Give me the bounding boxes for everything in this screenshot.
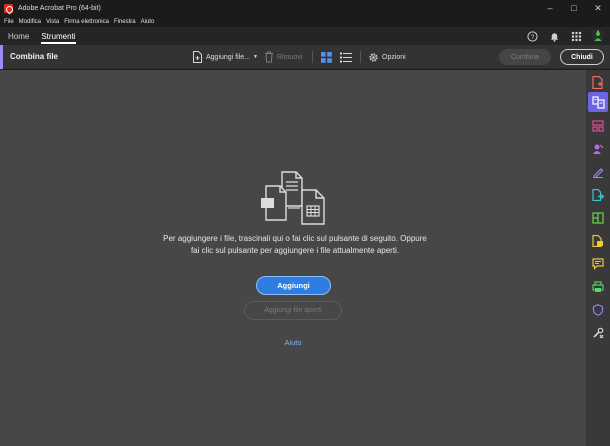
maximize-button[interactable]: □ [562,0,586,16]
trash-icon [265,51,273,63]
chevron-down-icon: ▼ [252,54,258,60]
help-link[interactable]: Aiuto [276,338,310,347]
user-avatar-icon[interactable] [592,30,604,42]
protect-icon[interactable] [590,302,606,318]
menu-file[interactable]: File [4,19,14,25]
tool-title: Combina file [10,52,59,61]
comment-icon[interactable] [590,256,606,272]
tab-bar-actions: ? [526,27,604,45]
menu-firma-elettronica[interactable]: Firma elettronica [64,19,109,25]
combine-button[interactable]: Combina [499,49,551,65]
svg-text:?: ? [530,33,534,40]
apps-grid-icon[interactable] [570,30,582,42]
thumbnail-view-button[interactable] [321,51,332,63]
tab-strumenti[interactable]: Strumenti [35,27,81,45]
close-window-button[interactable]: ✕ [586,0,610,16]
toolbar-divider [360,51,361,63]
tool-accent-bar [0,45,3,69]
request-signature-icon[interactable] [590,141,606,157]
compress-pdf-icon[interactable] [590,233,606,249]
list-view-button[interactable] [340,51,352,63]
add-files-button[interactable]: Aggiungi file... ▼ [192,51,258,63]
more-tools-icon[interactable] [590,325,606,341]
tab-bar: Home Strumenti [0,27,610,45]
drop-area[interactable] [0,70,586,446]
window-title: Adobe Acrobat Pro (64-bit) [18,4,101,12]
gear-icon [369,52,378,62]
add-file-icon [193,51,202,63]
add-button[interactable]: Aggiungi [256,276,331,295]
remove-label: Rimuovi [277,53,303,61]
thumbnail-view-icon [321,51,332,63]
title-bar: Adobe Acrobat Pro (64-bit) – □ ✕ [0,0,610,16]
menu-vista[interactable]: Vista [46,19,59,25]
tools-right-rail [586,70,610,446]
close-tool-button[interactable]: Chiudi [560,49,604,65]
add-open-files-button[interactable]: Aggiungi file aperti [244,301,342,320]
acrobat-logo-icon [4,3,13,13]
window-controls: – □ ✕ [538,0,610,16]
menu-bar: File Modifica Vista Firma elettronica Fi… [0,16,610,27]
remove-button[interactable]: Rimuovi [264,51,302,63]
combine-files-icon[interactable] [588,92,608,112]
tool-toolbar: Combina file Aggiungi file... ▼ Rimuovi … [0,45,610,69]
print-production-icon[interactable] [590,279,606,295]
menu-finestra[interactable]: Finestra [114,19,136,25]
menu-modifica[interactable]: Modifica [19,19,41,25]
minimize-button[interactable]: – [538,0,562,16]
add-files-label: Aggiungi file... [206,53,250,61]
help-icon[interactable]: ? [526,30,538,42]
bell-icon[interactable] [548,30,560,42]
edit-pdf-icon[interactable] [590,210,606,226]
toolbar-divider [312,51,313,63]
list-view-icon [340,52,352,62]
organize-pages-icon[interactable] [590,118,606,134]
combine-files-illustration [261,171,325,225]
tab-home[interactable]: Home [2,27,35,45]
menu-aiuto[interactable]: Aiuto [141,19,155,25]
fill-sign-icon[interactable] [590,164,606,180]
drop-instructions: Per aggiungere i file, trascinali qui o … [163,234,427,255]
options-button[interactable]: Opzioni [368,51,406,63]
export-pdf-icon[interactable] [590,187,606,203]
options-label: Opzioni [382,53,406,61]
create-pdf-icon[interactable] [590,74,606,90]
